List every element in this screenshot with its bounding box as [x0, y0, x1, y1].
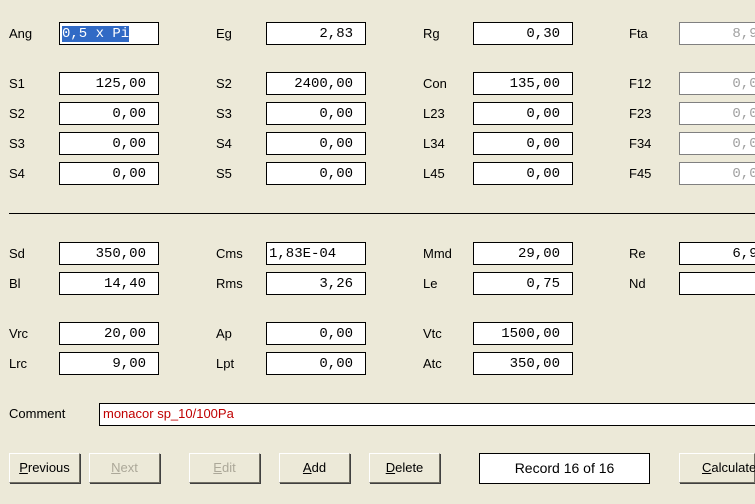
lpt-field[interactable]: 0,00	[266, 352, 366, 375]
atc-label: Atc	[423, 356, 442, 371]
ang-value: 0,5 x Pi	[62, 26, 130, 42]
ap-field[interactable]: 0,00	[266, 322, 366, 345]
section-divider	[9, 213, 755, 214]
sd-field[interactable]: 350,00	[59, 242, 159, 265]
vrc-label: Vrc	[9, 326, 29, 341]
s2-label-left: S2	[9, 106, 25, 121]
next-button[interactable]: Next	[89, 453, 160, 483]
eg-field[interactable]: 2,83	[266, 22, 366, 45]
edit-button[interactable]: Edit	[189, 453, 260, 483]
record-status: Record 16 of 16	[479, 453, 650, 484]
f34-label: F34	[629, 136, 652, 151]
calculate-label: alculate	[711, 460, 755, 475]
next-mnemonic: N	[111, 460, 121, 475]
add-label: dd	[311, 460, 327, 475]
delete-label: elete	[395, 460, 424, 475]
cms-label: Cms	[216, 246, 243, 261]
bl-field[interactable]: 14,40	[59, 272, 159, 295]
l34-field[interactable]: 0,00	[473, 132, 573, 155]
lrc-label: Lrc	[9, 356, 28, 371]
f23-field[interactable]: 0,00	[679, 102, 755, 125]
l23-label: L23	[423, 106, 445, 121]
rms-field[interactable]: 3,26	[266, 272, 366, 295]
l45-field[interactable]: 0,00	[473, 162, 573, 185]
delete-mnemonic: D	[385, 460, 396, 475]
fta-field[interactable]: 8,98	[679, 22, 755, 45]
s2-field-left[interactable]: 0,00	[59, 102, 159, 125]
rg-field[interactable]: 0,30	[473, 22, 573, 45]
add-button[interactable]: Add	[279, 453, 350, 483]
sd-label: Sd	[9, 246, 25, 261]
f34-field[interactable]: 0,00	[679, 132, 755, 155]
le-field[interactable]: 0,75	[473, 272, 573, 295]
nd-field[interactable]: 3	[679, 272, 755, 295]
edit-label: dit	[221, 460, 236, 475]
eg-label: Eg	[216, 26, 232, 41]
s2-label: S2	[216, 76, 232, 91]
l45-label: L45	[423, 166, 445, 181]
f23-label: F23	[629, 106, 652, 121]
s5-field[interactable]: 0,00	[266, 162, 366, 185]
vtc-label: Vtc	[423, 326, 442, 341]
bl-label: Bl	[9, 276, 21, 291]
previous-label: revious	[27, 460, 70, 475]
l23-field[interactable]: 0,00	[473, 102, 573, 125]
s4-label: S4	[216, 136, 232, 151]
s4-field[interactable]: 0,00	[266, 132, 366, 155]
delete-button[interactable]: Delete	[369, 453, 440, 483]
ap-label: Ap	[216, 326, 232, 341]
add-mnemonic: A	[302, 460, 312, 475]
lpt-label: Lpt	[216, 356, 235, 371]
s1-label: S1	[9, 76, 25, 91]
previous-button[interactable]: Previous	[9, 453, 80, 483]
s3-field-left[interactable]: 0,00	[59, 132, 159, 155]
comment-label: Comment	[9, 406, 66, 421]
f12-field[interactable]: 0,00	[679, 72, 755, 95]
s4-field-left[interactable]: 0,00	[59, 162, 159, 185]
con-field[interactable]: 135,00	[473, 72, 573, 95]
edit-mnemonic: E	[213, 460, 222, 475]
s4-label-left: S4	[9, 166, 25, 181]
mmd-label: Mmd	[423, 246, 452, 261]
previous-mnemonic: P	[19, 460, 28, 475]
s3-label: S3	[216, 106, 232, 121]
rg-label: Rg	[423, 26, 440, 41]
le-label: Le	[423, 276, 438, 291]
next-label: ext	[120, 460, 138, 475]
l34-label: L34	[423, 136, 445, 151]
nd-label: Nd	[629, 276, 646, 291]
mmd-field[interactable]: 29,00	[473, 242, 573, 265]
re-label: Re	[629, 246, 646, 261]
ang-label: Ang	[9, 26, 33, 41]
comment-field[interactable]: monacor sp_10/100Pa	[99, 403, 755, 426]
s2-field[interactable]: 2400,00	[266, 72, 366, 95]
re-field[interactable]: 6,90	[679, 242, 755, 265]
s3-label-left: S3	[9, 136, 25, 151]
calculate-mnemonic: C	[702, 460, 712, 475]
s3-field[interactable]: 0,00	[266, 102, 366, 125]
cms-field[interactable]: 1,83E-04	[266, 242, 366, 265]
s5-label: S5	[216, 166, 232, 181]
f45-label: F45	[629, 166, 652, 181]
rms-label: Rms	[216, 276, 243, 291]
calculate-button[interactable]: Calculate	[679, 453, 755, 483]
atc-field[interactable]: 350,00	[473, 352, 573, 375]
ang-field[interactable]: 0,5 x Pi	[59, 22, 159, 45]
fta-label: Fta	[629, 26, 648, 41]
f45-field[interactable]: 0,00	[679, 162, 755, 185]
s1-field[interactable]: 125,00	[59, 72, 159, 95]
lrc-field[interactable]: 9,00	[59, 352, 159, 375]
con-label: Con	[423, 76, 447, 91]
vrc-field[interactable]: 20,00	[59, 322, 159, 345]
f12-label: F12	[629, 76, 652, 91]
vtc-field[interactable]: 1500,00	[473, 322, 573, 345]
